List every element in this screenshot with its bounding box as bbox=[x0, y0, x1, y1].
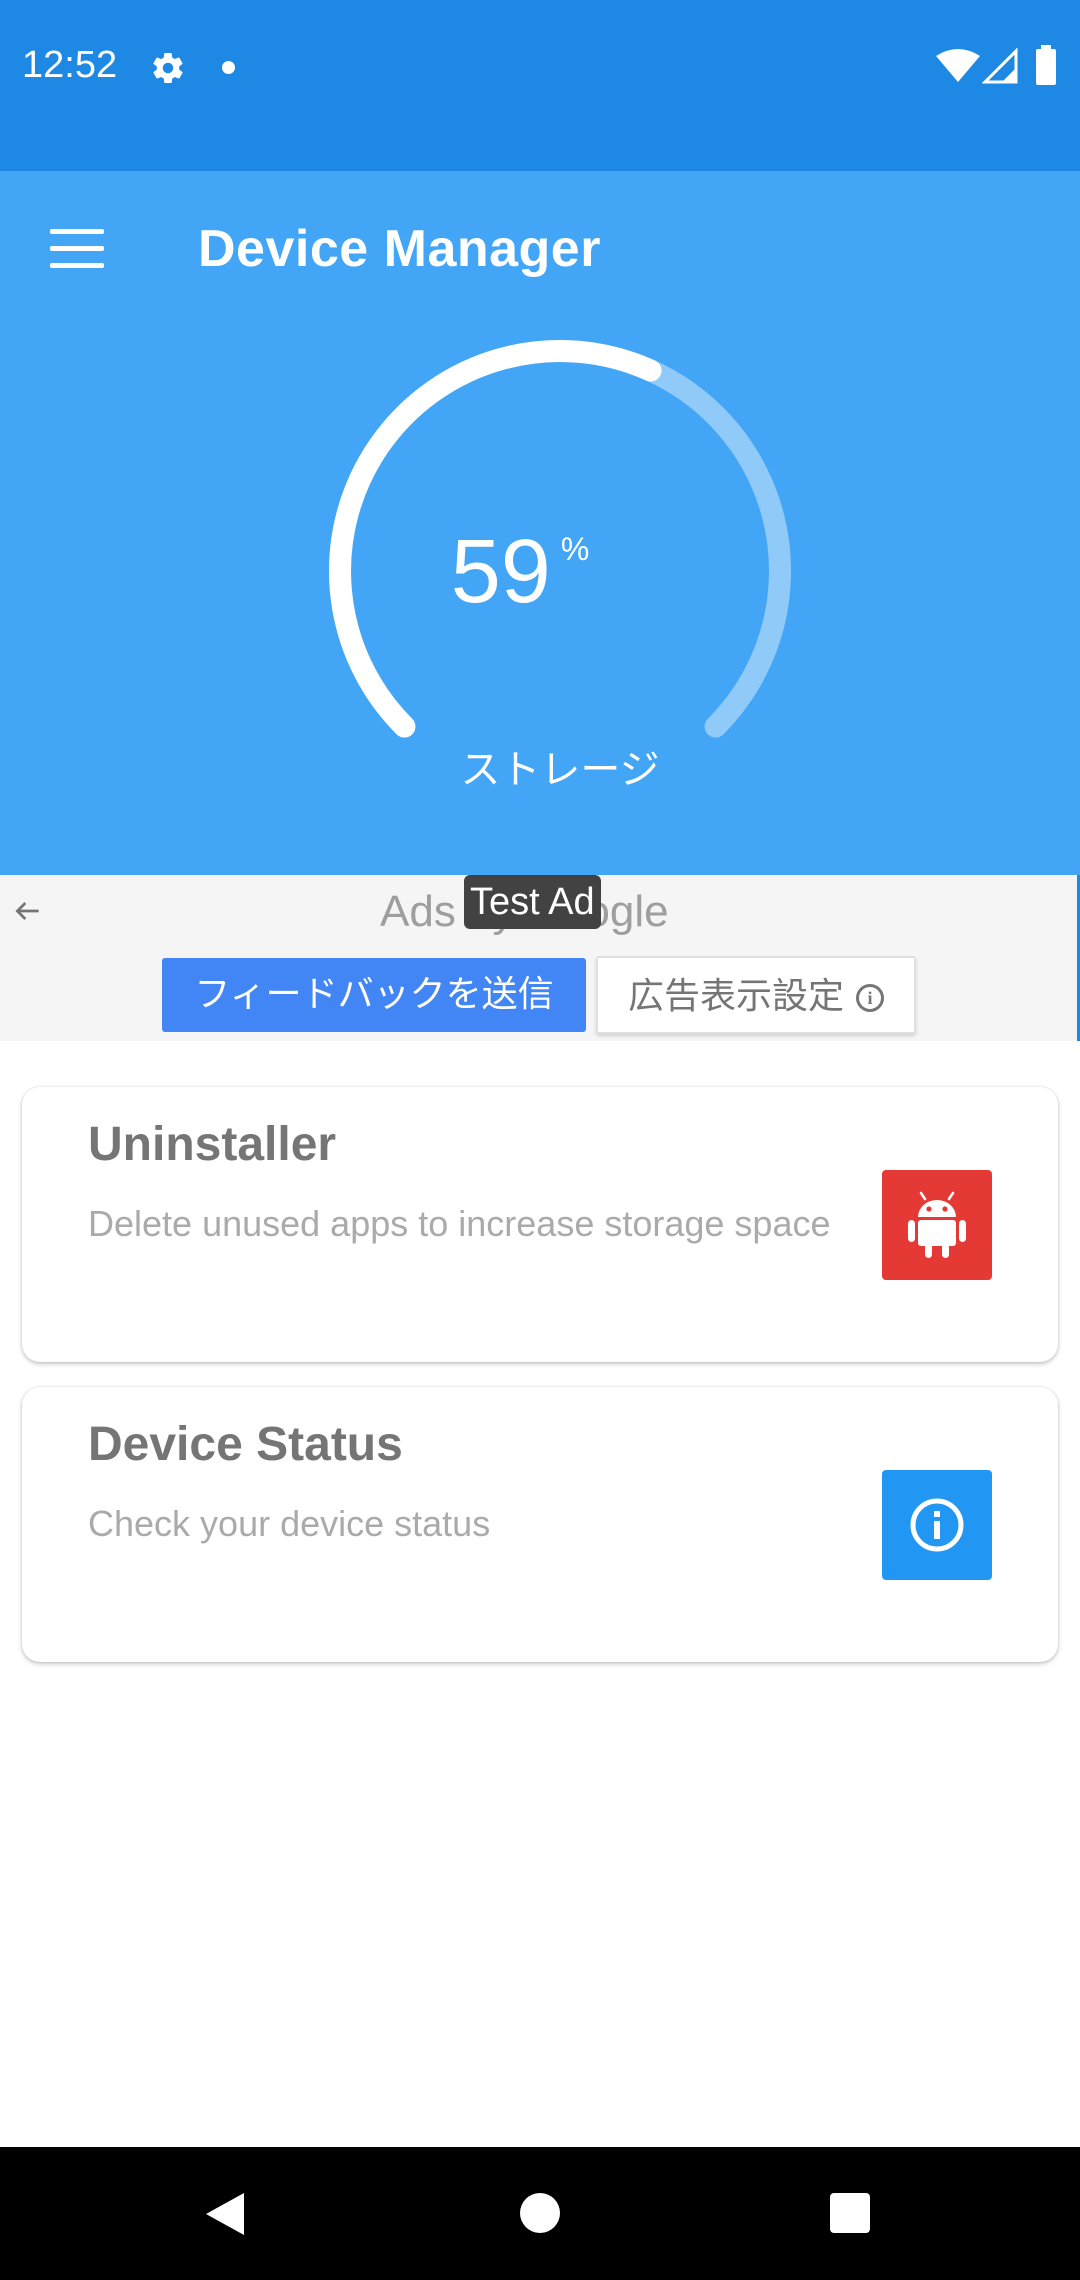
app-title: Device Manager bbox=[198, 220, 601, 278]
info-icon bbox=[910, 1498, 964, 1552]
settings-gear-icon bbox=[153, 53, 183, 84]
home-circle-icon[interactable] bbox=[519, 2192, 561, 2234]
uninstaller-description: Delete unused apps to increase storage s… bbox=[88, 1203, 831, 1244]
send-feedback-button[interactable]: フィードバックを送信 bbox=[162, 958, 586, 1032]
storage-percent-value: 59 bbox=[450, 522, 551, 622]
device-status-description: Check your device status bbox=[88, 1503, 491, 1544]
battery-icon bbox=[1036, 45, 1056, 85]
status-bar: 12:52 bbox=[0, 0, 1080, 171]
ad-settings-button[interactable]: 広告表示設定 i bbox=[596, 956, 916, 1034]
device-status-button[interactable] bbox=[882, 1470, 992, 1580]
device-status-card[interactable]: Device Status Check your device status bbox=[22, 1387, 1058, 1662]
storage-label: ストレージ bbox=[460, 747, 660, 793]
signal-icon bbox=[982, 48, 1018, 84]
navigation-bar bbox=[0, 2147, 1080, 2280]
arrow-left-icon[interactable] bbox=[12, 895, 44, 927]
app-header: Device Manager 59% ストレージ bbox=[0, 171, 1080, 875]
storage-percent-unit: % bbox=[560, 531, 590, 567]
uninstaller-card[interactable]: Uninstaller Delete unused apps to increa… bbox=[22, 1087, 1058, 1362]
uninstaller-button[interactable] bbox=[882, 1170, 992, 1280]
ad-banner: Ads by Google Test Ad フィードバックを送信 広告表示設定i bbox=[0, 875, 1080, 1041]
notification-dot-icon bbox=[222, 61, 235, 74]
hamburger-menu-icon[interactable] bbox=[50, 229, 104, 269]
android-icon bbox=[908, 1191, 966, 1258]
ad-settings-label: 広告表示設定 bbox=[627, 976, 844, 1017]
recents-square-icon[interactable] bbox=[829, 2192, 871, 2234]
storage-percent: 59% bbox=[0, 521, 1080, 624]
device-status-title: Device Status bbox=[88, 1418, 403, 1471]
wifi-icon bbox=[936, 49, 980, 82]
status-time: 12:52 bbox=[22, 44, 118, 86]
uninstaller-title: Uninstaller bbox=[88, 1118, 337, 1171]
test-ad-badge: Test Ad bbox=[464, 875, 601, 929]
info-icon: i bbox=[856, 984, 884, 1012]
screen: 12:52 Device Manager 59% ストレージ Ads Test … bbox=[0, 0, 1080, 2280]
back-triangle-icon[interactable] bbox=[204, 2191, 246, 2237]
